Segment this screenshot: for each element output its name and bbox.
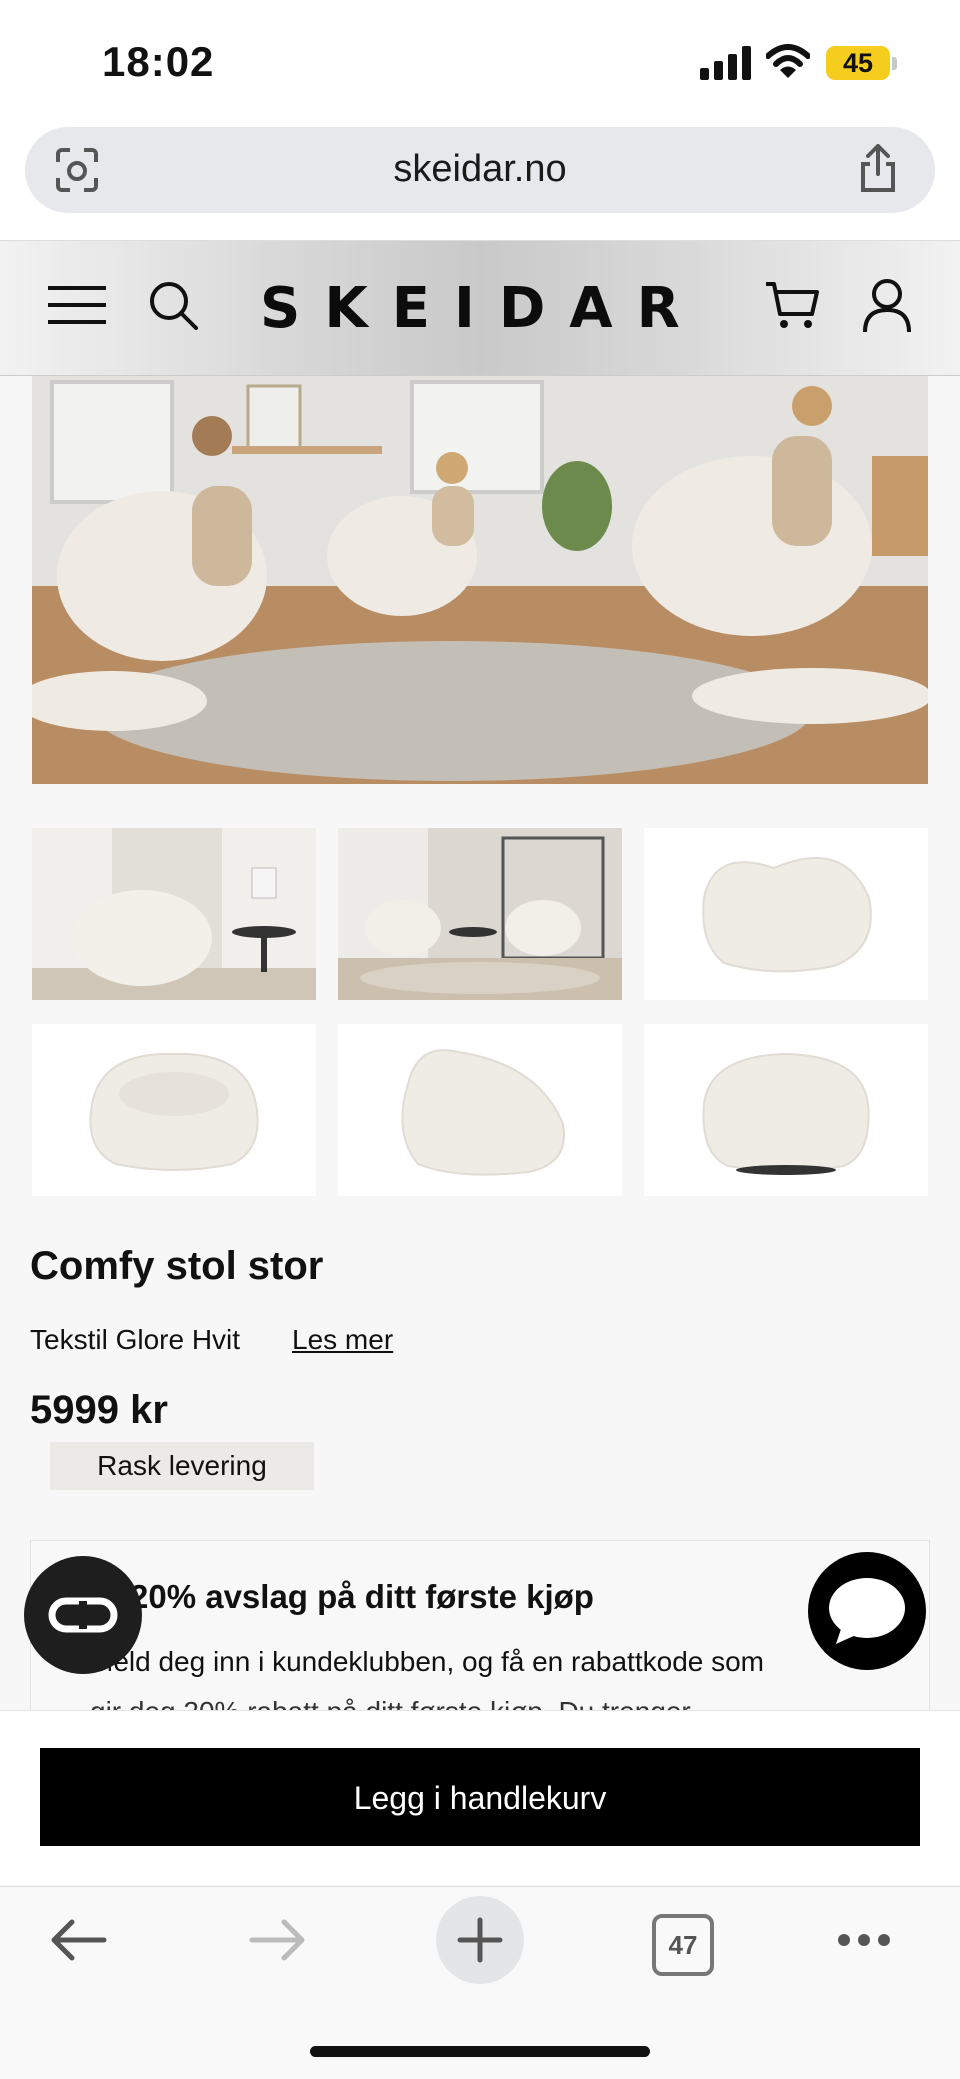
product-thumbnail-2[interactable] [338, 828, 622, 1000]
wifi-icon [766, 44, 810, 78]
product-title: Comfy stol stor [30, 1244, 324, 1288]
product-thumbnail-4[interactable] [32, 1024, 316, 1196]
battery-level: 45 [826, 46, 890, 80]
status-time: 18:02 [102, 38, 215, 85]
product-thumbnail-6[interactable] [644, 1024, 928, 1196]
chat-bubble-icon [829, 1578, 905, 1644]
plus-icon [457, 1917, 503, 1963]
product-thumbnail-5[interactable] [338, 1024, 622, 1196]
url-text[interactable]: skeidar.no [0, 148, 960, 191]
product-thumbnail-1[interactable] [32, 828, 316, 1000]
site-logo[interactable]: SKEIDAR [260, 276, 700, 341]
chat-button[interactable] [808, 1552, 926, 1670]
more-options-icon[interactable] [836, 1932, 892, 1948]
promo-text: Meld deg inn i kundeklubben, og få en ra… [90, 1646, 765, 1677]
read-more-link[interactable]: Les mer [292, 1324, 393, 1356]
battery-tip [892, 57, 897, 70]
add-to-cart-button[interactable]: Legg i handlekurv [40, 1748, 920, 1846]
share-icon[interactable] [858, 144, 898, 194]
cart-icon[interactable] [764, 280, 820, 332]
cobrowse-icon [48, 1597, 118, 1633]
product-hero-image[interactable] [32, 376, 928, 784]
tab-count-button[interactable]: 47 [652, 1914, 714, 1976]
hamburger-menu-icon[interactable] [48, 284, 106, 326]
forward-arrow-icon[interactable] [248, 1918, 308, 1962]
promo-box [30, 1540, 930, 1712]
home-indicator [310, 2046, 650, 2057]
back-arrow-icon[interactable] [48, 1918, 108, 1962]
search-icon[interactable] [148, 280, 200, 332]
delivery-badge: Rask levering [50, 1442, 314, 1490]
product-variant: Tekstil Glore Hvit [30, 1324, 241, 1355]
user-account-icon[interactable] [862, 278, 912, 334]
cellular-signal-icon [700, 46, 751, 80]
promo-title: 20% avslag på ditt første kjøp [130, 1578, 594, 1615]
new-tab-button[interactable] [436, 1896, 524, 1984]
product-thumbnail-3[interactable] [644, 828, 928, 1000]
cobrowse-button[interactable] [24, 1556, 142, 1674]
product-price: 5999 kr [30, 1388, 168, 1432]
